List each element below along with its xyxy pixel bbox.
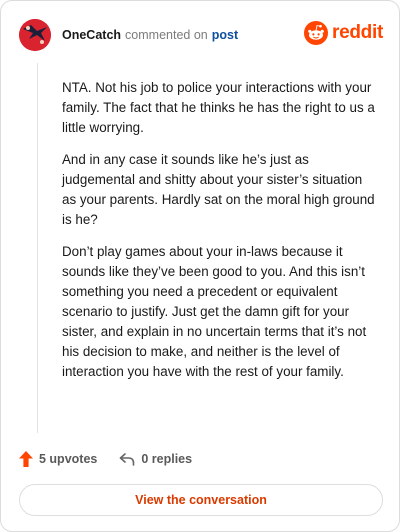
upvote-button[interactable]: 5 upvotes — [19, 451, 97, 467]
replies-button[interactable]: 0 replies — [119, 452, 192, 466]
commented-on-text: commented on — [125, 28, 208, 42]
comment-actions: 5 upvotes 0 replies — [19, 451, 192, 467]
reddit-snoo-icon — [304, 21, 329, 45]
comment-header: OneCatch commented on post reddit — [19, 15, 383, 55]
comment-paragraph: NTA. Not his job to police your interact… — [62, 80, 375, 135]
comment-meta: OneCatch commented on post — [62, 28, 238, 42]
brand-wordmark: reddit — [332, 22, 383, 43]
thread-line — [37, 63, 38, 433]
reply-count: 0 replies — [141, 452, 193, 466]
view-conversation-button[interactable]: View the conversation — [19, 484, 383, 516]
reply-arrow-icon — [120, 453, 135, 466]
user-avatar-icon[interactable] — [19, 19, 51, 51]
upvote-count: 5 upvotes — [39, 452, 98, 466]
comment-paragraph: And in any case it sounds like he’s just… — [62, 152, 375, 227]
upvote-arrow-icon — [19, 451, 33, 467]
comment-paragraph: Don’t play games about your in-laws beca… — [62, 244, 367, 379]
comment-body: NTA. Not his job to police your interact… — [62, 78, 380, 394]
comment-embed-card: OneCatch commented on post reddit NTA. N… — [0, 0, 400, 532]
author-link[interactable]: OneCatch — [62, 28, 121, 42]
post-link[interactable]: post — [212, 28, 238, 42]
reddit-logo[interactable]: reddit — [304, 21, 383, 45]
